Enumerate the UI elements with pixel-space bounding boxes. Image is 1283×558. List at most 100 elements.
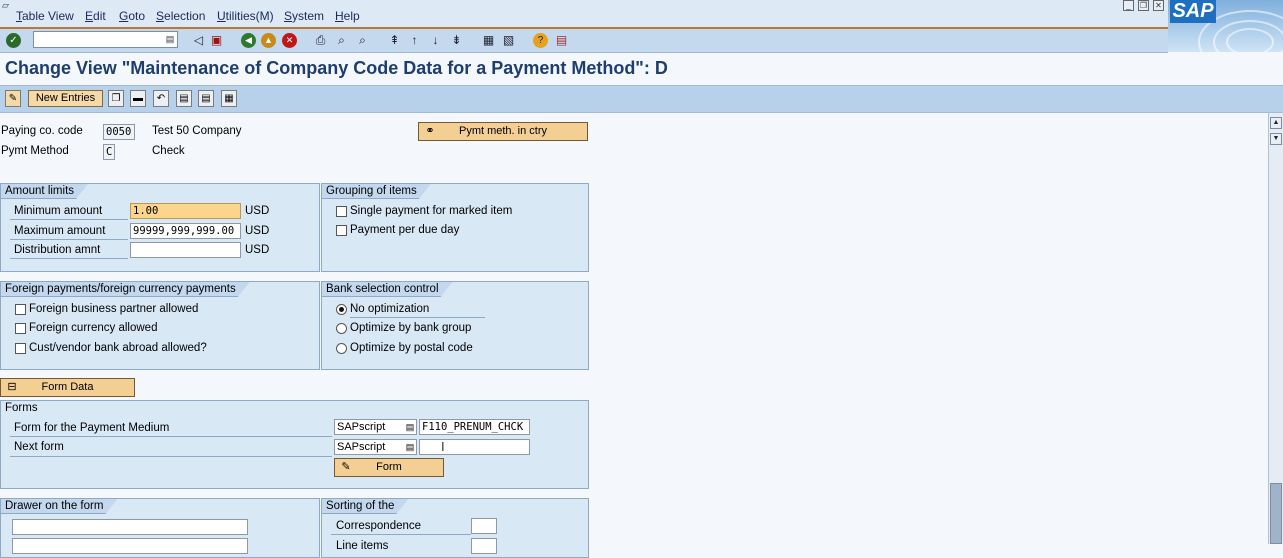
- select-all-icon[interactable]: ▦: [221, 90, 237, 107]
- bank-selection-title: Bank selection control: [322, 282, 453, 297]
- sap-logo-text: SAP: [1170, 0, 1216, 23]
- distribution-amount-currency: USD: [245, 244, 270, 256]
- menu-edit[interactable]: Edit: [85, 9, 106, 23]
- foreign-currency-label: Foreign currency allowed: [29, 322, 158, 334]
- amount-limits-group: Amount limits Minimum amount 1.00 USD Ma…: [0, 183, 320, 272]
- find-icon[interactable]: ⌕: [334, 33, 349, 48]
- paying-code-label: Paying co. code: [1, 125, 83, 137]
- no-optimization-radio[interactable]: [336, 304, 347, 315]
- menu-selection[interactable]: Selection: [156, 9, 205, 23]
- payment-medium-type-value: SAPscript: [337, 421, 386, 433]
- sap-logo: SAP: [1168, 0, 1283, 52]
- foreign-payments-title: Foreign payments/foreign currency paymen…: [1, 282, 250, 297]
- single-payment-label: Single payment for marked item: [350, 205, 513, 217]
- exit-icon[interactable]: ▲: [261, 33, 276, 48]
- window-menu-icon[interactable]: ▱: [2, 0, 9, 11]
- back-icon[interactable]: ◀: [241, 33, 256, 48]
- maximum-amount-input[interactable]: 99999,999,999.00: [130, 223, 241, 239]
- command-dropdown-icon[interactable]: ▤: [165, 34, 175, 45]
- drawer-line-2-input[interactable]: [12, 538, 248, 554]
- pymt-method-label: Pymt Method: [1, 145, 69, 157]
- grouping-group: Grouping of items Single payment for mar…: [321, 183, 589, 272]
- next-form-type-select[interactable]: SAPscript ▤: [334, 439, 417, 455]
- previous-entry-icon[interactable]: ▤: [176, 90, 192, 107]
- forms-group: Forms Form for the Payment Medium SAPscr…: [0, 400, 589, 489]
- first-page-icon[interactable]: ⇞: [387, 33, 402, 48]
- foreign-partner-checkbox[interactable]: [15, 304, 26, 315]
- bank-abroad-checkbox[interactable]: [15, 343, 26, 354]
- menu-goto[interactable]: Goto: [119, 9, 145, 23]
- undo-change-icon[interactable]: ↶: [153, 90, 169, 107]
- vertical-scrollbar[interactable]: ▲ ▼: [1268, 113, 1283, 544]
- delete-icon[interactable]: ▬: [130, 90, 146, 107]
- foreign-payments-group: Foreign payments/foreign currency paymen…: [0, 281, 320, 370]
- cancel-icon[interactable]: ✕: [282, 33, 297, 48]
- single-payment-checkbox[interactable]: [336, 206, 347, 217]
- maximum-amount-label: Maximum amount: [14, 225, 106, 237]
- minimum-amount-input[interactable]: 1.00: [130, 203, 241, 219]
- optimize-postal-code-radio[interactable]: [336, 343, 347, 354]
- payment-per-due-day-label: Payment per due day: [350, 224, 460, 236]
- create-session-icon[interactable]: ▦: [481, 33, 496, 48]
- help-icon[interactable]: ?: [533, 33, 548, 48]
- form-button-label: Form: [376, 461, 402, 473]
- next-form-label: Next form: [14, 441, 64, 453]
- foreign-currency-checkbox[interactable]: [15, 323, 26, 334]
- page-title: Change View "Maintenance of Company Code…: [5, 58, 668, 78]
- find-next-icon[interactable]: ⌕: [355, 33, 370, 48]
- menu-utilities[interactable]: Utilities(M): [217, 9, 274, 23]
- menu-help[interactable]: Help: [335, 9, 360, 23]
- amount-limits-title: Amount limits: [1, 184, 88, 199]
- pymt-method-field: C: [103, 144, 115, 160]
- next-form-input[interactable]: [419, 439, 530, 455]
- correspondence-label: Correspondence: [336, 520, 422, 532]
- scrollbar-thumb[interactable]: [1270, 483, 1282, 544]
- shortcut-icon[interactable]: ▧: [501, 33, 516, 48]
- next-entry-icon[interactable]: ▤: [198, 90, 214, 107]
- scroll-down-icon[interactable]: ▼: [1270, 133, 1282, 145]
- new-entries-button[interactable]: New Entries: [28, 90, 103, 107]
- payment-medium-type-select[interactable]: SAPscript ▤: [334, 419, 417, 435]
- restore-icon[interactable]: ❐: [1138, 0, 1149, 11]
- optimize-bank-group-label: Optimize by bank group: [350, 322, 472, 334]
- pymt-meth-in-ctry-button[interactable]: ⚭ Pymt meth. in ctry: [418, 122, 588, 141]
- application-toolbar: ✎ New Entries ❐ ▬ ↶ ▤ ▤ ▦: [0, 85, 1283, 113]
- enter-icon[interactable]: ✓: [6, 33, 21, 48]
- copy-as-icon[interactable]: ❐: [108, 90, 124, 107]
- scroll-up-icon[interactable]: ▲: [1270, 117, 1282, 129]
- text-cursor-icon: I: [441, 439, 445, 454]
- menu-system[interactable]: System: [284, 9, 324, 23]
- distribution-amount-input[interactable]: [130, 242, 241, 258]
- save-icon[interactable]: ▣: [209, 33, 224, 48]
- minimize-icon[interactable]: _: [1123, 0, 1134, 11]
- next-page-icon[interactable]: ↓: [428, 33, 443, 48]
- close-window-icon[interactable]: ✕: [1153, 0, 1164, 11]
- payment-medium-form-input[interactable]: F110_PRENUM_CHCK: [419, 419, 530, 435]
- menu-table-view[interactable]: Table View: [16, 9, 74, 23]
- layout-menu-icon[interactable]: ▤: [554, 33, 569, 48]
- correspondence-sort-input[interactable]: [471, 518, 497, 534]
- optimize-bank-group-radio[interactable]: [336, 323, 347, 334]
- minimum-amount-currency: USD: [245, 205, 270, 217]
- payment-medium-label: Form for the Payment Medium: [14, 422, 170, 434]
- form-data-button[interactable]: ⊟ Form Data: [0, 378, 135, 397]
- payment-per-due-day-checkbox[interactable]: [336, 225, 347, 236]
- last-page-icon[interactable]: ⇟: [449, 33, 464, 48]
- command-field[interactable]: ▤: [33, 31, 178, 48]
- minimum-amount-label: Minimum amount: [14, 205, 103, 217]
- pymt-meth-in-ctry-label: Pymt meth. in ctry: [458, 125, 548, 137]
- foreign-partner-label: Foreign business partner allowed: [29, 303, 199, 315]
- display-change-icon[interactable]: ✎: [5, 90, 21, 107]
- dropdown-icon: ▤: [405, 422, 415, 432]
- print-icon[interactable]: ⎙: [313, 33, 328, 48]
- drawer-group: Drawer on the form: [0, 498, 320, 558]
- line-items-label: Line items: [336, 540, 389, 552]
- previous-page-icon[interactable]: ↑: [407, 33, 422, 48]
- maximum-amount-currency: USD: [245, 225, 270, 237]
- form-button[interactable]: ✎ Form: [334, 458, 444, 477]
- company-name: Test 50 Company: [152, 125, 242, 137]
- line-items-sort-input[interactable]: [471, 538, 497, 554]
- no-optimization-label: No optimization: [350, 303, 430, 315]
- drawer-line-1-input[interactable]: [12, 519, 248, 535]
- back-triangle-icon[interactable]: ◁: [191, 33, 206, 48]
